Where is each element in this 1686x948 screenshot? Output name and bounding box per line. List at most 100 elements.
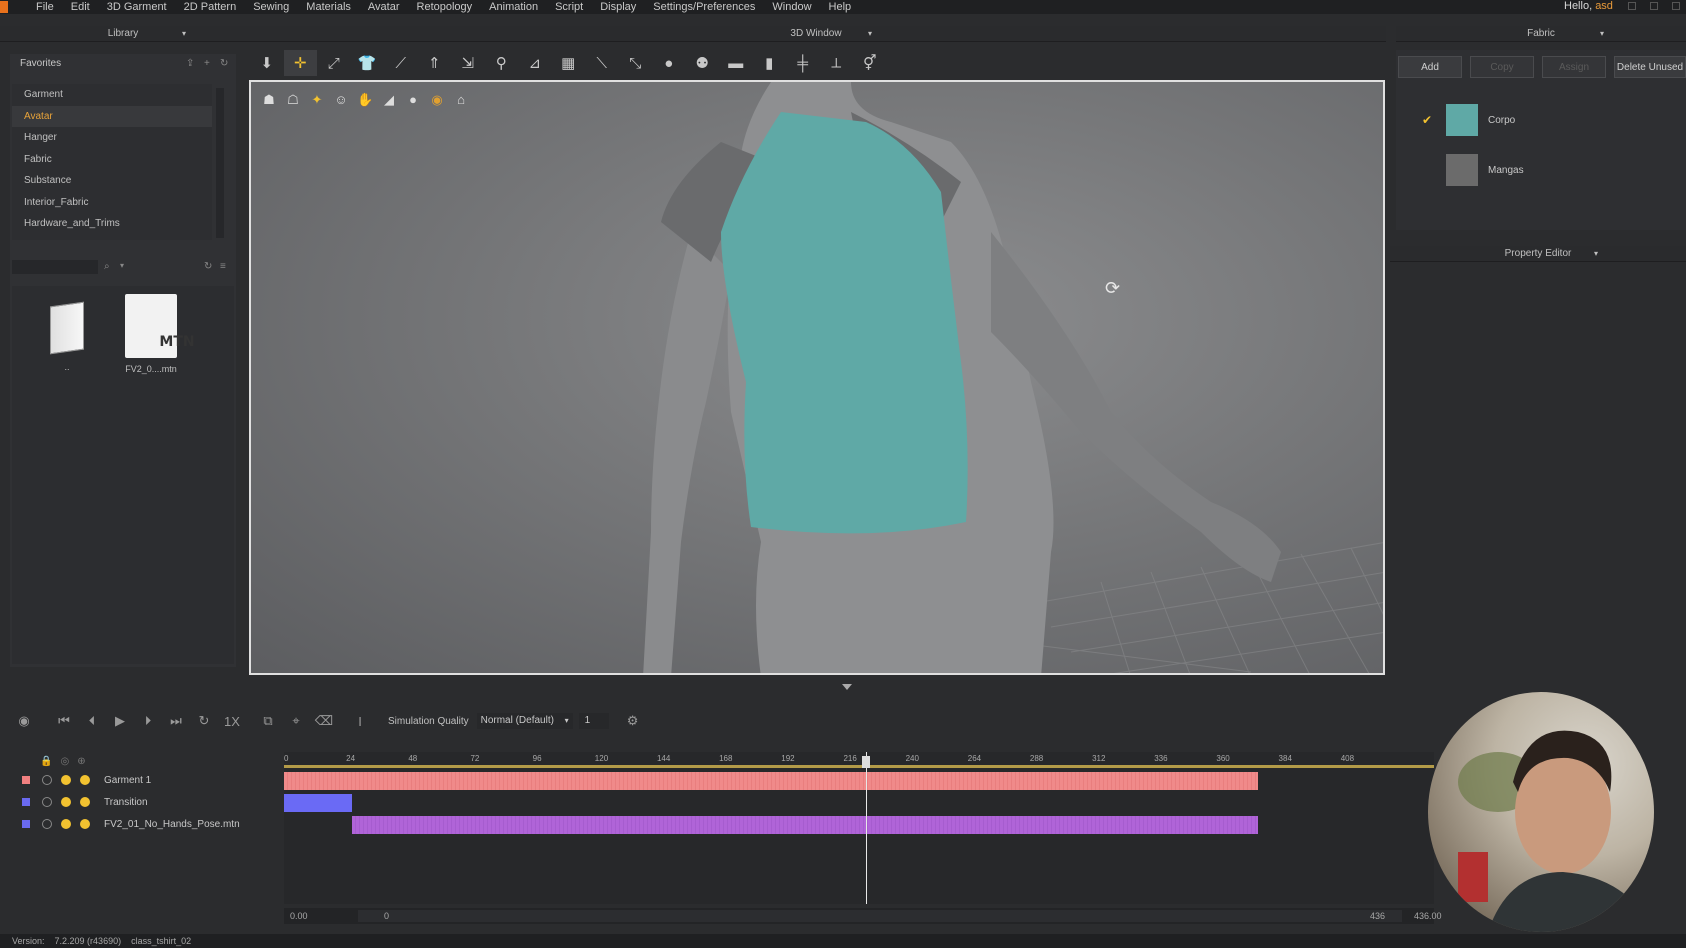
collapse-arrow-icon[interactable] [842, 684, 852, 690]
speed-toggle[interactable]: 1X [218, 710, 246, 732]
delete-keys-icon[interactable]: ⌫ [310, 710, 338, 732]
fabric-item-mangas[interactable]: Mangas [1396, 148, 1686, 192]
track-key-dot[interactable] [80, 775, 90, 785]
favorites-scrollbar[interactable] [216, 88, 224, 238]
sim-step-stepper[interactable]: 1 [578, 713, 609, 729]
tool-line-icon[interactable]: ⟋ [384, 50, 418, 76]
chevron-down-icon[interactable]: ▾ [1594, 249, 1598, 258]
upload-icon[interactable]: ⇪ [186, 58, 194, 69]
timeline-ruler[interactable]: 0 24 48 72 96 120 144 168 192 216 240 264 288 312 336 3… [284, 752, 1434, 768]
3d-viewport[interactable]: ☗ ☖ ✦ ☺ ✋ ◢ ● ◉ ⌂ ⟳ [249, 80, 1385, 675]
menu-sewing[interactable]: Sewing [253, 1, 289, 13]
transition-track-bar[interactable] [284, 794, 352, 812]
range-slider[interactable] [358, 910, 1402, 922]
menu-materials[interactable]: Materials [306, 1, 351, 13]
fav-item-substance[interactable]: Substance [12, 170, 212, 192]
track-visibility[interactable] [42, 819, 52, 829]
tool-pin-icon[interactable]: ⤢ [317, 50, 351, 76]
tool-block-icon[interactable]: ▮ [753, 50, 787, 76]
add-fabric-button[interactable]: Add [1398, 56, 1462, 78]
refresh-icon[interactable]: ↻ [204, 261, 212, 272]
fav-item-avatar[interactable]: Avatar [12, 105, 212, 127]
tool-arrange-icon[interactable]: ⇲ [451, 50, 485, 76]
range-start[interactable]: 0.00 [290, 911, 308, 921]
menu-window[interactable]: Window [772, 1, 811, 13]
track-row-garment[interactable]: Garment 1 [10, 770, 282, 790]
chevron-down-icon[interactable]: ▾ [868, 29, 872, 38]
add-icon[interactable]: + [204, 58, 210, 69]
maximize-icon[interactable] [1650, 2, 1658, 10]
tool-split-icon[interactable]: ╪ [786, 50, 820, 76]
assign-fabric-button[interactable]: Assign [1542, 56, 1606, 78]
fav-item-hanger[interactable]: Hanger [12, 127, 212, 149]
user-name[interactable]: asd [1595, 0, 1613, 12]
menu-2d-pattern[interactable]: 2D Pattern [184, 1, 237, 13]
library-search-input[interactable] [12, 260, 98, 274]
tool-select-icon[interactable]: ⬇ [250, 50, 284, 76]
next-frame-icon[interactable]: ⏵ [134, 710, 162, 732]
search-icon[interactable]: ⌕ [104, 261, 110, 272]
track-visibility[interactable] [42, 775, 52, 785]
tool-point-icon[interactable]: ● [652, 50, 686, 76]
menu-avatar[interactable]: Avatar [368, 1, 400, 13]
tool-tape-icon[interactable]: ⟍ [585, 50, 619, 76]
tool-pose-icon[interactable]: ⚉ [686, 50, 720, 76]
tool-transform-icon[interactable]: ✛ [283, 50, 317, 76]
menu-display[interactable]: Display [600, 1, 636, 13]
paste-keys-icon[interactable]: ⌖ [282, 710, 310, 732]
tool-grid-icon[interactable]: ▦ [552, 50, 586, 76]
file-folder-up[interactable]: .. [32, 298, 102, 372]
prev-frame-icon[interactable]: ⏴ [78, 710, 106, 732]
tool-flat-icon[interactable]: ▬ [719, 50, 753, 76]
fav-item-fabric[interactable]: Fabric [12, 149, 212, 171]
target-icon[interactable]: ⊕ [77, 756, 85, 767]
delete-unused-button[interactable]: Delete Unused [1614, 56, 1686, 78]
copy-keys-icon[interactable]: ⧉ [254, 710, 282, 732]
loop-icon[interactable]: ↻ [190, 710, 218, 732]
record-icon[interactable]: ◉ [10, 710, 38, 732]
garment-track-bar[interactable] [284, 772, 1258, 790]
menu-3d-garment[interactable]: 3D Garment [107, 1, 167, 13]
list-view-icon[interactable]: ≡ [220, 261, 226, 272]
track-key-dot[interactable] [61, 797, 71, 807]
first-frame-icon[interactable]: ⏮ [50, 710, 78, 732]
close-icon[interactable] [1672, 2, 1680, 10]
track-key-dot[interactable] [61, 819, 71, 829]
track-key-dot[interactable] [80, 819, 90, 829]
menu-settings[interactable]: Settings/Preferences [653, 1, 755, 13]
last-frame-icon[interactable]: ⏭ [162, 710, 190, 732]
menu-animation[interactable]: Animation [489, 1, 538, 13]
chevron-down-icon[interactable]: ▾ [1600, 29, 1604, 38]
tool-garment-icon[interactable]: 👕 [351, 50, 385, 76]
tool-sew-icon[interactable]: ⤡ [619, 50, 653, 76]
copy-fabric-button[interactable]: Copy [1470, 56, 1534, 78]
track-row-pose[interactable]: FV2_01_No_Hands_Pose.mtn [10, 814, 282, 834]
menu-script[interactable]: Script [555, 1, 583, 13]
fav-item-garment[interactable]: Garment [12, 84, 212, 106]
timeline[interactable]: 0 24 48 72 96 120 144 168 192 216 240 264 288 312 336 3… [284, 752, 1434, 904]
refresh-icon[interactable]: ↻ [220, 58, 228, 69]
menu-help[interactable]: Help [829, 1, 852, 13]
fabric-item-corpo[interactable]: ✔ Corpo [1396, 98, 1686, 142]
tool-bend-icon[interactable]: ⟂ [820, 50, 854, 76]
tool-avatar-icon[interactable]: ⚲ [485, 50, 519, 76]
fav-item-interior-fabric[interactable]: Interior_Fabric [12, 192, 212, 214]
playhead-handle[interactable] [862, 756, 870, 768]
range-end[interactable]: 436.00 [1414, 911, 1442, 921]
sim-quality-select[interactable]: Normal (Default) ▾ [476, 713, 573, 729]
track-visibility[interactable] [42, 797, 52, 807]
menu-edit[interactable]: Edit [71, 1, 90, 13]
search-dropdown-icon[interactable]: ▾ [120, 261, 124, 270]
track-key-dot[interactable] [80, 797, 90, 807]
play-icon[interactable]: ▶ [106, 710, 134, 732]
range-bar[interactable]: 0.00 0 436 436.00 [284, 908, 1442, 924]
tool-figure-icon[interactable]: ⚥ [853, 50, 887, 76]
chevron-down-icon[interactable]: ▾ [182, 29, 186, 38]
file-mtn[interactable]: MTN FV2_0....mtn [116, 294, 195, 374]
menu-retopology[interactable]: Retopology [417, 1, 473, 13]
tool-fold-icon[interactable]: ⇑ [418, 50, 452, 76]
eye-icon[interactable]: ◎ [60, 756, 69, 767]
cursor-text-icon[interactable]: I [346, 710, 374, 732]
menu-file[interactable]: File [36, 1, 54, 13]
pose-track-bar[interactable] [352, 816, 1258, 834]
